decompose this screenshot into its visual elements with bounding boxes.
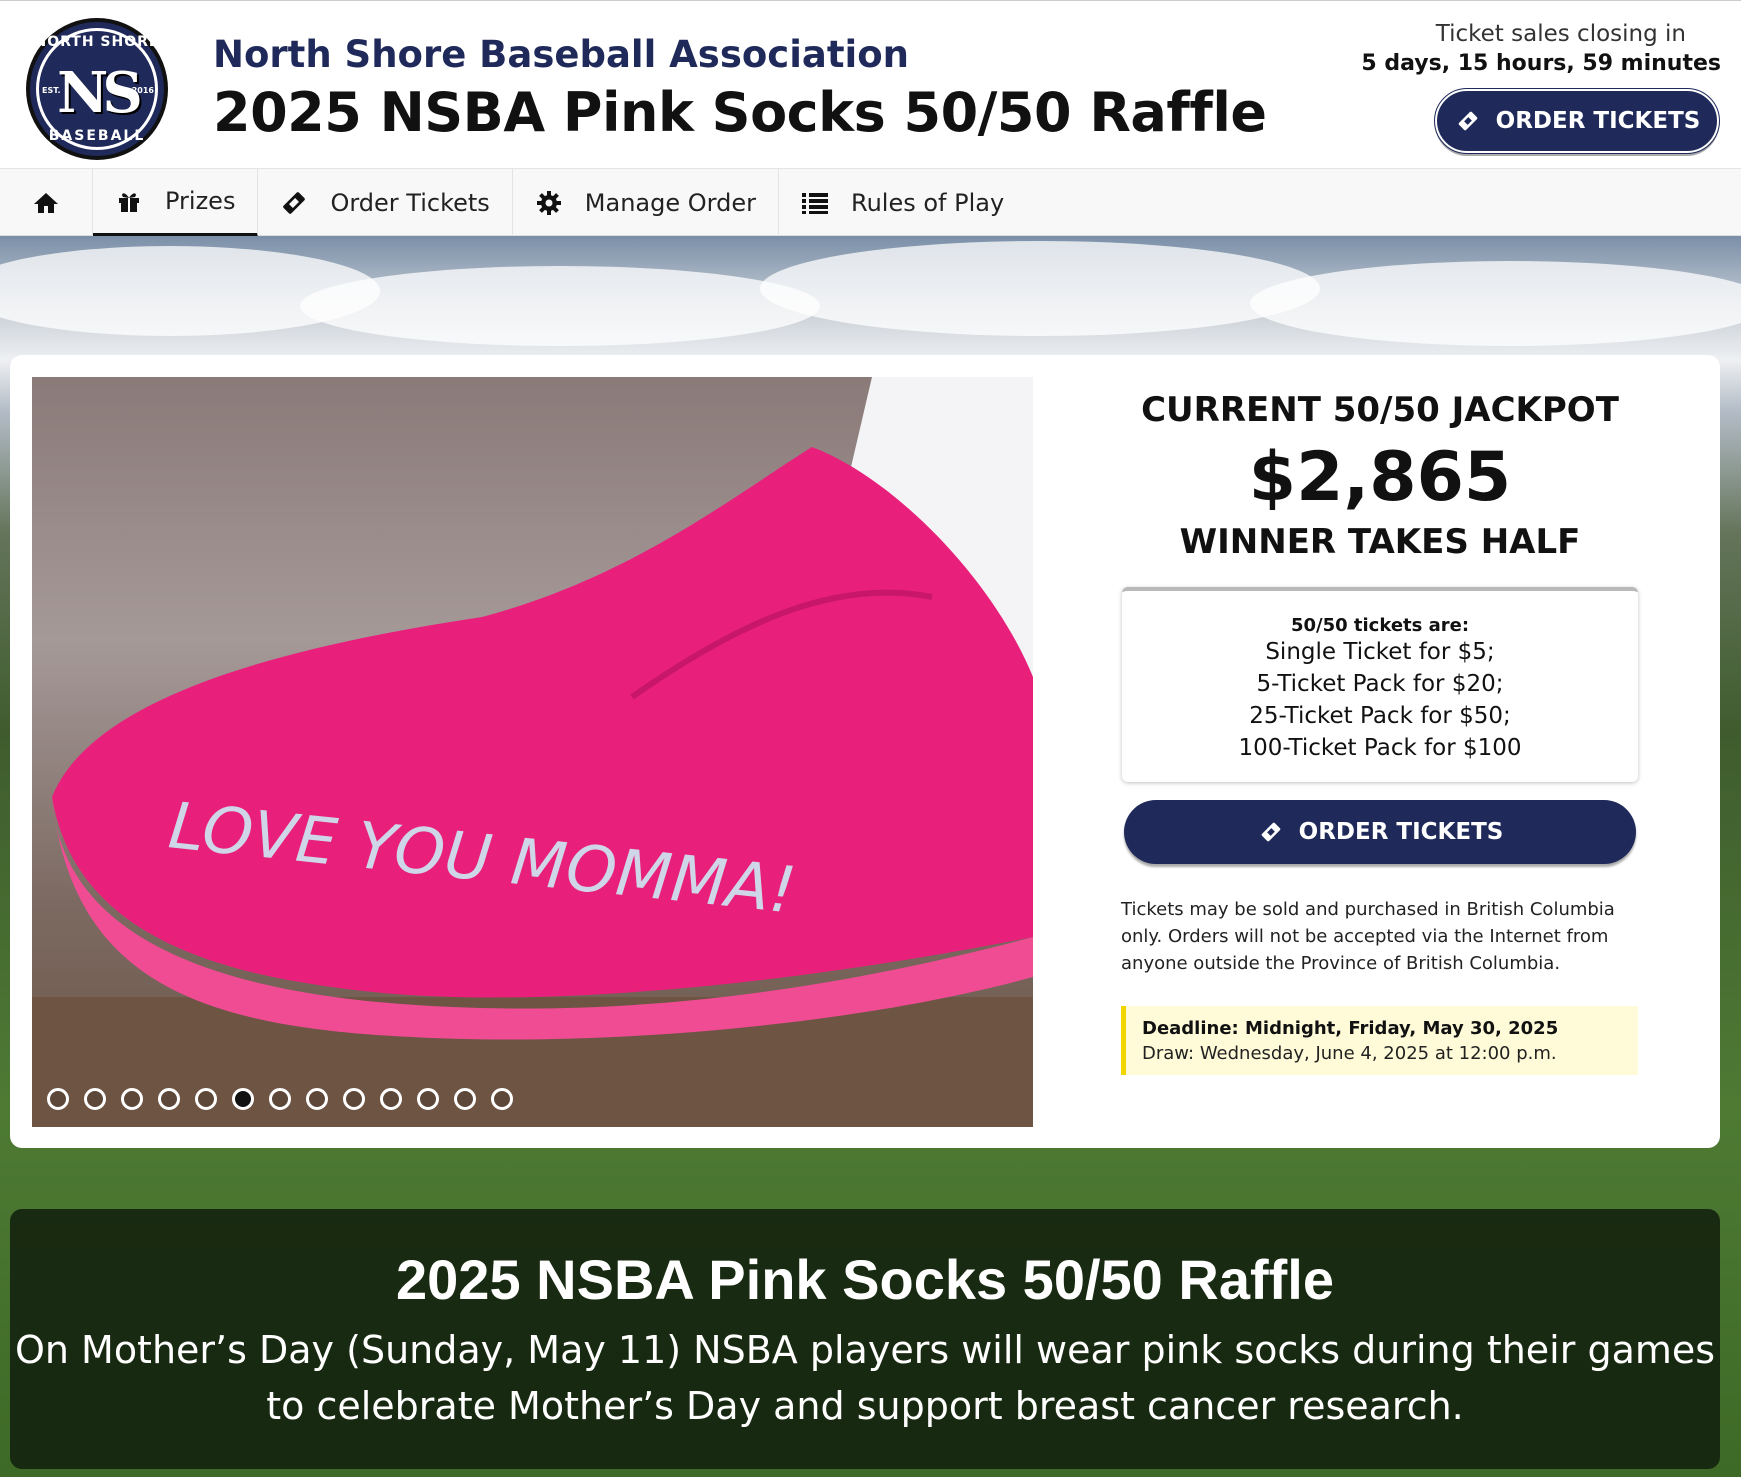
nav-prizes[interactable]: Prizes [93,169,259,237]
carousel-dot[interactable] [121,1088,143,1110]
closing-countdown: 5 days, 15 hours, 59 minutes [1361,51,1721,76]
banner-description: On Mother’s Day (Sunday, May 11) NSBA pl… [14,1328,1716,1428]
legal-notice: Tickets may be sold and purchased in Bri… [1121,899,1615,974]
nav-prizes-label: Prizes [165,187,236,215]
pricing-line: 5-Ticket Pack for $20; [1256,671,1504,697]
pricing-line: 25-Ticket Pack for $50; [1249,703,1511,729]
carousel-dot[interactable] [454,1088,476,1110]
deadline-box: Deadline: Midnight, Friday, May 30, 2025… [1121,1006,1638,1075]
organization-name: North Shore Baseball Association [213,33,909,76]
pricing-line: Single Ticket for $5; [1265,639,1495,665]
pricing-heading: 50/50 tickets are: [1290,615,1470,636]
site-header: NORTH SHORE NS EST. 2016 BASEBALL North … [0,0,1741,168]
logo-year: 2016 [131,86,154,95]
logo-bottom-text: BASEBALL [48,128,146,144]
order-tickets-header-button[interactable]: ORDER TICKETS [1434,88,1720,154]
carousel-dot[interactable] [491,1088,513,1110]
nav-rules-of-play-label: Rules of Play [850,189,1005,217]
order-tickets-label: ORDER TICKETS [1298,819,1504,845]
nsba-logo[interactable]: NORTH SHORE NS EST. 2016 BASEBALL [26,18,168,160]
page-title: 2025 NSBA Pink Socks 50/50 Raffle [213,81,1267,144]
draw-date-text: Draw: Wednesday, June 4, 2025 at 12:00 p… [1142,1043,1557,1064]
nav-rules-of-play[interactable]: Rules of Play [779,169,1026,237]
nav-order-tickets-label: Order Tickets [330,189,490,217]
order-tickets-button[interactable]: ORDER TICKETS [1124,800,1636,864]
gift-icon [115,187,143,215]
main-nav: Prizes Order Tickets Manage Order Rules … [0,168,1741,237]
deadline-text: Deadline: Midnight, Friday, May 30, 2025 [1142,1018,1559,1039]
carousel-dot[interactable] [306,1088,328,1110]
carousel-dot[interactable] [343,1088,365,1110]
jackpot-label: CURRENT 50/50 JACKPOT [1141,390,1619,430]
nav-home[interactable] [0,169,93,237]
jackpot-amount: $2,865 [1248,438,1512,517]
nav-manage-order-label: Manage Order [584,189,756,217]
winner-takes-half: WINNER TAKES HALF [1179,522,1581,562]
carousel-dot[interactable] [195,1088,217,1110]
carousel-dot[interactable] [47,1088,69,1110]
carousel-pagination [47,1088,513,1110]
carousel-dot[interactable] [84,1088,106,1110]
logo-top-text: NORTH SHORE [34,34,160,50]
carousel-dot-active[interactable] [232,1088,254,1110]
prize-carousel-image[interactable]: LOVE YOU MOMMA! [32,377,1033,1127]
closing-label: Ticket sales closing in [1435,21,1686,47]
pricing-line: 100-Ticket Pack for $100 [1238,735,1522,761]
gear-icon [535,189,563,217]
nav-order-tickets[interactable]: Order Tickets [258,169,513,237]
info-banner: 2025 NSBA Pink Socks 50/50 Raffle On Mot… [10,1209,1720,1469]
carousel-dot[interactable] [158,1088,180,1110]
ticket-icon [1257,818,1285,846]
ticket-pricing-box: 50/50 tickets are: Single Ticket for $5;… [1122,587,1638,782]
order-tickets-header-label: ORDER TICKETS [1495,108,1701,134]
ticket-icon [1454,107,1482,135]
ticket-icon [280,189,308,217]
list-icon [801,189,829,217]
nav-manage-order[interactable]: Manage Order [513,169,779,237]
banner-title: 2025 NSBA Pink Socks 50/50 Raffle [396,1248,1334,1311]
carousel-dot[interactable] [417,1088,439,1110]
carousel-dot[interactable] [380,1088,402,1110]
home-icon [32,189,60,217]
logo-est: EST. [42,86,61,95]
carousel-dot[interactable] [269,1088,291,1110]
